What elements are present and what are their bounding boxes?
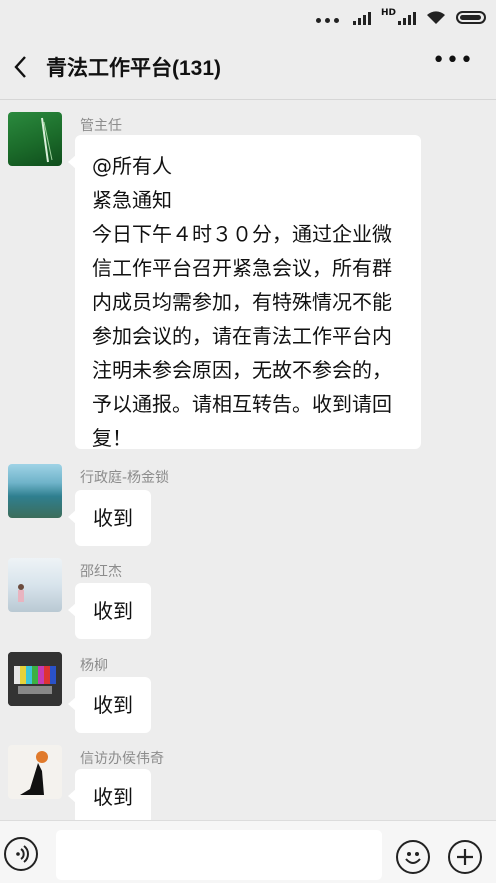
header-divider: [0, 99, 496, 100]
message-line: 注明未参会原因，无故不参会的，: [92, 358, 392, 382]
sender-name: 行政庭-杨金锁: [80, 470, 170, 486]
signal-icon-2: [398, 11, 416, 25]
back-arrow-icon[interactable]: [8, 52, 38, 82]
sender-name: 杨柳: [80, 658, 108, 674]
more-dots-icon[interactable]: •••: [432, 50, 474, 72]
sender-name: 信访办侯伟奇: [80, 751, 164, 767]
hd-icon: HD: [380, 8, 396, 18]
input-bar: [0, 820, 496, 883]
message-bubble[interactable]: 收到: [68, 769, 151, 825]
message-input[interactable]: [56, 830, 382, 880]
signal-icon: [352, 11, 371, 25]
chat-title: 青法工作平台(131): [46, 57, 222, 80]
message-bubble[interactable]: 收到: [68, 583, 151, 639]
avatar[interactable]: [8, 558, 62, 612]
status-bar: HD: [0, 0, 496, 34]
chat-header: 青法工作平台(131) •••: [0, 34, 496, 100]
sender-name: 管主任: [80, 118, 122, 134]
message-line: @所有人: [92, 154, 172, 178]
message-bubble[interactable]: @所有人 紧急通知 今日下午４时３０分，通过企业微 信工作平台召开紧急会议，所有…: [68, 135, 421, 450]
message-line: 紧急通知: [92, 188, 172, 212]
avatar[interactable]: [8, 112, 62, 166]
avatar[interactable]: [8, 464, 62, 518]
sender-name: 邵红杰: [80, 564, 122, 580]
message-line: 内成员均需参加，有特殊情况不能: [92, 290, 392, 314]
avatar[interactable]: [8, 652, 62, 706]
message-text: @所有人 紧急通知 今日下午４时３０分，通过企业微 信工作平台召开紧急会议，所有…: [75, 135, 421, 469]
message-line: 予以通报。请相互转告。收到请回: [92, 392, 392, 416]
message-line: 信工作平台召开紧急会议，所有群: [92, 256, 392, 280]
voice-icon[interactable]: [4, 837, 38, 871]
plus-icon[interactable]: [448, 840, 482, 874]
message-bubble[interactable]: 收到: [68, 677, 151, 733]
message-line: 参加会议的，请在青法工作平台内: [92, 324, 392, 348]
message-bubble[interactable]: 收到: [68, 490, 151, 546]
message-line: 复！: [92, 426, 132, 450]
notification-dots-icon: [315, 8, 343, 27]
emoji-icon[interactable]: [396, 840, 430, 874]
battery-icon: [456, 11, 486, 24]
message-line: 今日下午４时３０分，通过企业微: [92, 222, 392, 246]
avatar[interactable]: [8, 745, 62, 799]
wifi-icon: [427, 11, 445, 24]
